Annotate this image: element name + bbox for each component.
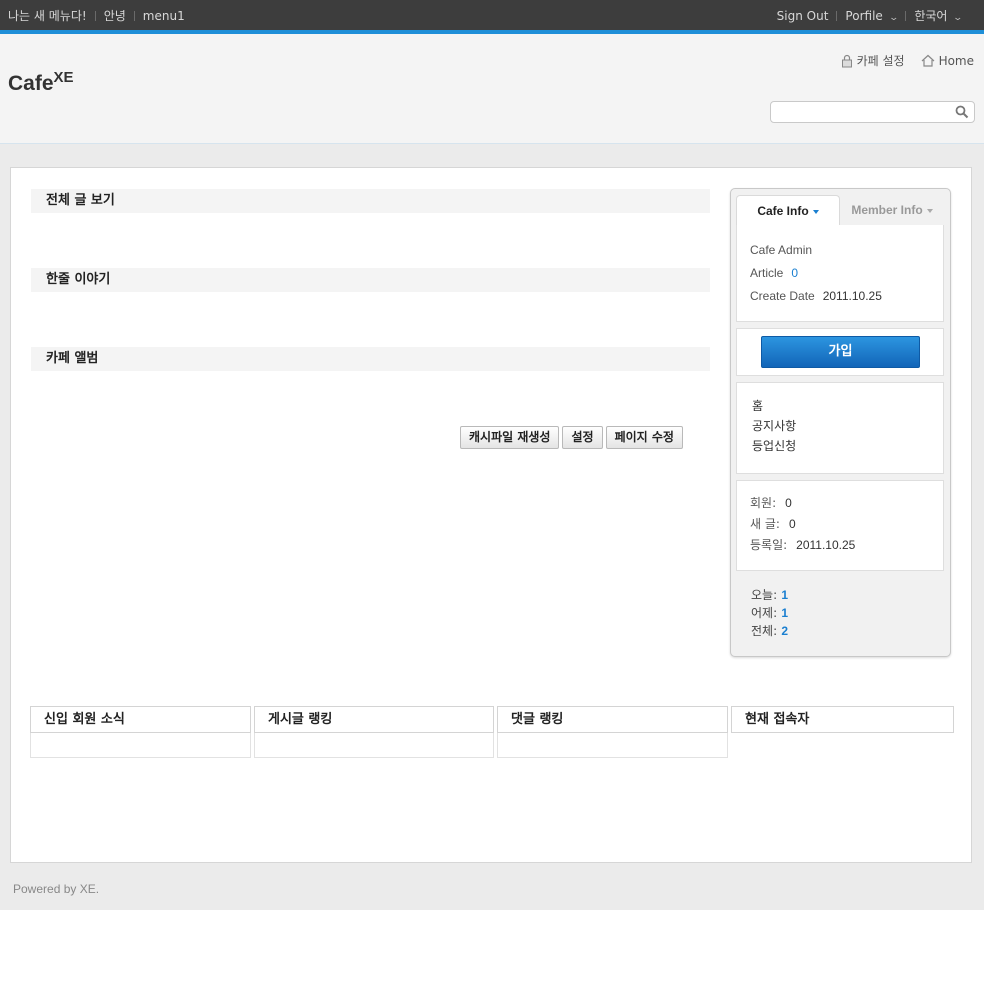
content-wrapper: 전체 글 보기 한줄 이야기 카페 앨범 캐시파일 재생성 설정 페이지 수정 … xyxy=(0,144,984,910)
create-date-label: Create Date xyxy=(750,289,815,303)
logo-superscript: XE xyxy=(53,69,74,86)
home-icon xyxy=(921,54,934,67)
registered-row: 등록일: 2011.10.25 xyxy=(750,536,855,553)
section-cafe-album-title[interactable]: 카페 앨범 xyxy=(31,347,710,371)
home-label: Home xyxy=(938,53,974,68)
visitors-yesterday-row: 어제: 1 xyxy=(751,604,788,621)
section-all-posts-title[interactable]: 전체 글 보기 xyxy=(31,189,710,213)
language-select[interactable]: 한국어 ⌄ xyxy=(914,7,964,24)
cafe-info-box: Cafe Admin Article 0 Create Date 2011.10.2… xyxy=(736,225,944,322)
page-actions: 캐시파일 재생성 설정 페이지 수정 xyxy=(460,426,686,449)
article-row: Article 0 xyxy=(750,266,798,280)
footer-powered-by: Powered by XE. xyxy=(13,882,100,896)
menu-item-level-up-request[interactable]: 등업신청 xyxy=(752,437,796,454)
cafe-sidebar: Cafe Info Member Info Cafe Admin Article… xyxy=(730,188,951,657)
article-label: Article xyxy=(750,266,784,280)
sign-out-link[interactable]: Sign Out xyxy=(777,9,829,23)
total-value: 2 xyxy=(781,624,788,638)
tab-cafe-info[interactable]: Cafe Info xyxy=(736,195,840,226)
info-tabs: Cafe Info Member Info xyxy=(736,195,945,226)
yesterday-label: 어제: xyxy=(751,606,778,620)
new-members-body xyxy=(30,733,251,758)
members-row: 회원: 0 xyxy=(750,494,792,511)
site-header: CafeXE 카페 설정 Home xyxy=(0,34,984,144)
separator xyxy=(836,10,838,21)
logo-text: Cafe xyxy=(8,72,54,95)
visitors-total-row: 전체: 2 xyxy=(751,622,788,639)
search-box xyxy=(770,101,975,123)
caret-down-icon xyxy=(926,208,933,213)
comment-ranking-body xyxy=(497,733,728,758)
today-label: 오늘: xyxy=(751,588,778,602)
chevron-down-icon: ⌄ xyxy=(888,12,899,23)
cafe-menu-box: 홈 공지사항 등업신청 xyxy=(736,382,944,474)
settings-button[interactable]: 설정 xyxy=(562,426,603,449)
edit-page-button[interactable]: 페이지 수정 xyxy=(605,426,683,449)
cafe-stats-box: 회원: 0 새 글: 0 등록일: 2011.10.25 xyxy=(736,480,944,571)
comment-ranking-widget: 댓글 랭킹 xyxy=(497,706,728,758)
top-menu-item-hello[interactable]: 안녕 xyxy=(104,7,126,24)
new-posts-value: 0 xyxy=(788,517,796,531)
chevron-down-icon: ⌄ xyxy=(952,13,964,23)
menu-item-notice[interactable]: 공지사항 xyxy=(752,417,796,434)
language-label: 한국어 xyxy=(914,9,948,23)
regenerate-cache-button[interactable]: 캐시파일 재생성 xyxy=(460,426,560,449)
cafe-settings-link[interactable]: 카페 설정 xyxy=(841,52,905,69)
new-posts-row: 새 글: 0 xyxy=(750,515,796,532)
join-button[interactable]: 가입 xyxy=(761,336,920,368)
tab-member-info[interactable]: Member Info xyxy=(840,195,944,226)
today-value: 1 xyxy=(781,588,788,602)
cafe-admin-label[interactable]: Cafe Admin xyxy=(750,243,812,257)
tab-member-info-label: Member Info xyxy=(851,203,923,217)
post-ranking-widget: 게시글 랭킹 xyxy=(254,706,494,758)
total-label: 전체: xyxy=(751,624,778,638)
site-logo[interactable]: CafeXE xyxy=(8,69,74,96)
separator xyxy=(94,10,96,21)
caret-down-icon xyxy=(812,209,819,214)
section-one-line-title[interactable]: 한줄 이야기 xyxy=(31,268,710,292)
visitors-today-row: 오늘: 1 xyxy=(751,586,788,603)
current-users-widget: 현재 접속자 xyxy=(731,706,954,758)
profile-menu[interactable]: Porfile ⌄ xyxy=(845,8,899,23)
join-box: 가입 xyxy=(736,328,944,376)
account-menu: Sign Out Porfile ⌄ 한국어 ⌄ xyxy=(777,7,964,24)
top-navigation-bar: 나는 새 메뉴다! 안녕 menu1 Sign Out Porfile ⌄ 한국어… xyxy=(0,0,984,34)
new-members-title: 신입 회원 소식 xyxy=(30,706,251,733)
separator xyxy=(133,10,135,21)
create-date-row: Create Date 2011.10.25 xyxy=(750,289,882,303)
separator xyxy=(905,10,907,21)
new-members-widget: 신입 회원 소식 xyxy=(30,706,251,758)
post-ranking-body xyxy=(254,733,494,758)
profile-label: Porfile xyxy=(845,8,883,23)
tab-cafe-info-label: Cafe Info xyxy=(757,204,809,218)
top-menu-item-menu1[interactable]: menu1 xyxy=(143,9,185,23)
top-menu: 나는 새 메뉴다! 안녕 menu1 xyxy=(8,7,185,24)
cafe-settings-label: 카페 설정 xyxy=(856,54,905,68)
lock-icon xyxy=(841,54,852,67)
search-icon[interactable] xyxy=(955,105,969,119)
registered-label: 등록일: xyxy=(750,538,788,552)
comment-ranking-title: 댓글 랭킹 xyxy=(497,706,728,733)
home-link[interactable]: Home xyxy=(921,54,974,68)
search-input[interactable] xyxy=(777,102,957,122)
create-date-value: 2011.10.25 xyxy=(822,289,882,303)
menu-item-home[interactable]: 홈 xyxy=(752,397,763,414)
yesterday-value: 1 xyxy=(781,606,788,620)
registered-value: 2011.10.25 xyxy=(796,538,856,552)
main-panel: 전체 글 보기 한줄 이야기 카페 앨범 캐시파일 재생성 설정 페이지 수정 … xyxy=(10,167,972,863)
cafe-admin-row: Cafe Admin xyxy=(750,243,812,257)
top-menu-item-new-menu[interactable]: 나는 새 메뉴다! xyxy=(8,7,87,24)
members-label: 회원: xyxy=(750,496,777,510)
article-count: 0 xyxy=(791,266,799,280)
members-value: 0 xyxy=(785,496,792,510)
header-links: 카페 설정 Home xyxy=(825,52,974,69)
new-posts-label: 새 글: xyxy=(750,517,780,531)
post-ranking-title: 게시글 랭킹 xyxy=(254,706,494,733)
current-users-title: 현재 접속자 xyxy=(731,706,954,733)
